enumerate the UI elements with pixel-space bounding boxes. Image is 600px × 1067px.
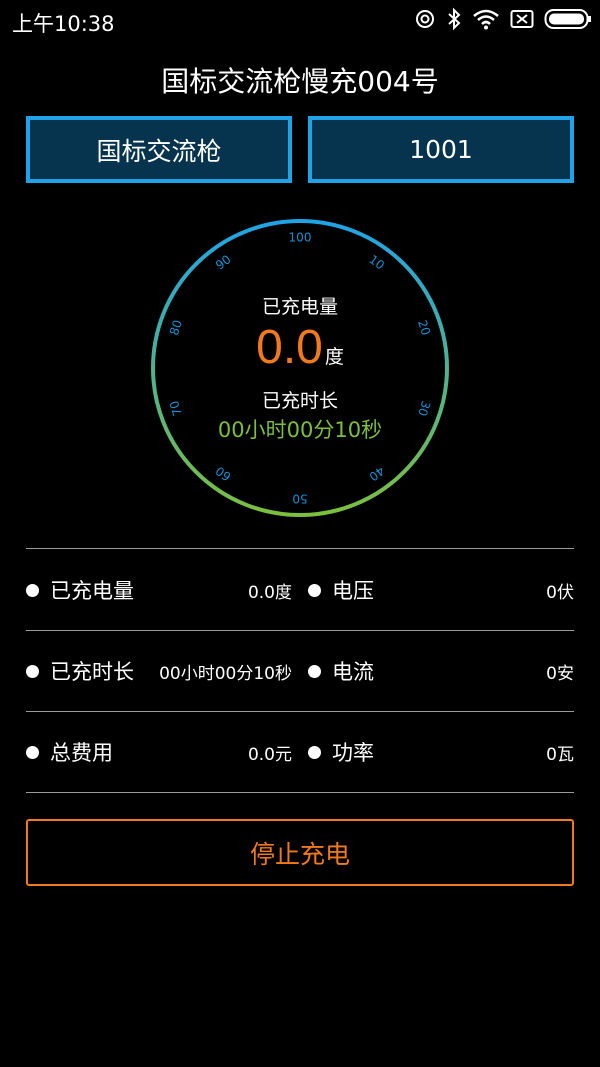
- bullet-dot: [26, 745, 39, 759]
- detail-label: 功率: [332, 741, 374, 765]
- gauge-energy-value: 0.0: [256, 321, 323, 374]
- hotspot-icon: [414, 8, 436, 34]
- status-bar: 上午10:38: [0, 0, 600, 42]
- charging-gauge: 100 10 20 30 40 50 60 70 80 90 已充电量 0.0 度 已充时长 00小…: [150, 218, 450, 518]
- detail-value: 00小时00分10秒: [159, 663, 292, 684]
- no-sim-icon: [510, 9, 534, 33]
- gauge-energy-unit: 度: [324, 347, 344, 368]
- detail-label: 总费用: [50, 741, 113, 765]
- detail-row: 已充电量 0.0度 电压 0伏: [26, 570, 574, 610]
- detail-value: 0瓦: [546, 744, 574, 765]
- bullet-dot: [26, 664, 39, 678]
- bullet-dot: [308, 583, 321, 597]
- detail-voltage: 电压 0伏: [308, 570, 574, 610]
- gauge-tick-label: 10: [366, 252, 387, 272]
- detail-value: 0.0元: [247, 744, 292, 765]
- detail-duration: 已充时长 00小时00分10秒: [26, 651, 292, 691]
- bullet-dot: [26, 583, 39, 597]
- bluetooth-icon: [446, 7, 462, 35]
- gun-type-box: 国标交流枪: [26, 116, 292, 183]
- charger-code-box: 1001: [308, 116, 574, 183]
- detail-current: 电流 0安: [308, 651, 574, 691]
- gauge-time-label: 已充时长: [261, 390, 338, 412]
- detail-label: 已充电量: [50, 579, 134, 603]
- page-title: 国标交流枪慢充004号: [161, 65, 439, 98]
- gauge-tick-label: 50: [292, 492, 307, 506]
- detail-label: 电压: [332, 579, 374, 603]
- status-icons: [414, 6, 592, 36]
- detail-value: 0伏: [546, 582, 574, 603]
- detail-value: 0安: [546, 663, 574, 684]
- gauge-tick-label: 100: [289, 231, 312, 245]
- status-time: 上午10:38: [12, 12, 115, 36]
- detail-energy: 已充电量 0.0度: [26, 570, 292, 610]
- detail-value: 0.0度: [247, 582, 292, 603]
- stop-charging-button[interactable]: 停止充电: [26, 819, 574, 886]
- gauge-tick-label: 60: [213, 463, 234, 483]
- wifi-icon: [472, 8, 500, 34]
- detail-row: 总费用 0.0元 功率 0瓦: [26, 732, 574, 772]
- battery-icon: [544, 8, 592, 34]
- detail-label: 已充时长: [50, 660, 134, 684]
- divider: [26, 711, 574, 712]
- bullet-dot: [308, 745, 321, 759]
- detail-total-cost: 总费用 0.0元: [26, 732, 292, 772]
- detail-label: 电流: [332, 660, 374, 684]
- detail-row: 已充时长 00小时00分10秒 电流 0安: [26, 651, 574, 691]
- gauge-energy-label: 已充电量: [261, 296, 338, 318]
- divider: [26, 548, 574, 549]
- bullet-dot: [308, 664, 321, 678]
- gauge-tick-label: 40: [366, 463, 387, 483]
- detail-power: 功率 0瓦: [308, 732, 574, 772]
- gauge-time-value: 00小时00分10秒: [217, 418, 383, 442]
- gauge-energy: 0.0 度: [150, 320, 450, 375]
- divider: [26, 630, 574, 631]
- gauge-tick-label: 90: [213, 252, 234, 272]
- divider: [26, 792, 574, 793]
